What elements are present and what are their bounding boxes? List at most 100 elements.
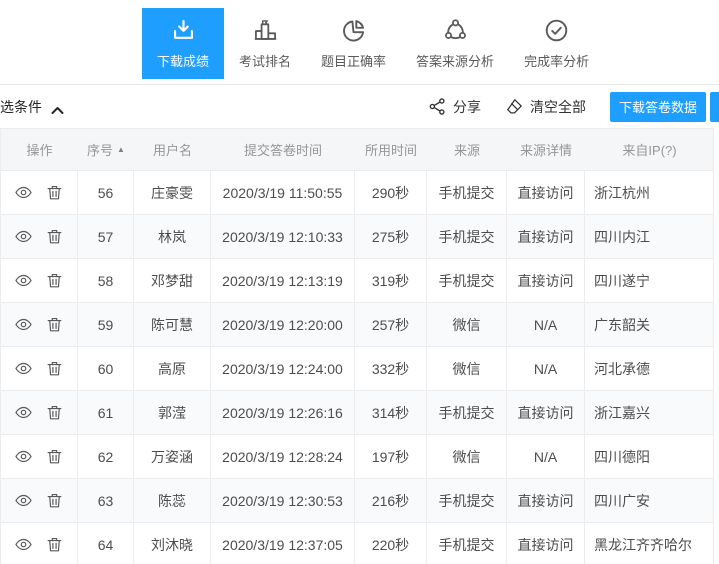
share-button[interactable]: 分享 — [428, 97, 481, 117]
cell-ip: 广东韶关 — [585, 303, 714, 346]
cell-ip: 河北承德 — [585, 347, 714, 390]
tab-question-accuracy[interactable]: 题目正确率 — [306, 8, 401, 79]
view-icon[interactable] — [14, 271, 33, 290]
delete-icon[interactable] — [45, 535, 64, 554]
download-answer-data-button[interactable]: 下载答卷数据 — [610, 92, 706, 122]
header-ip: 来自IP(?) — [585, 140, 714, 159]
clear-all-button[interactable]: 清空全部 — [505, 97, 586, 117]
results-table: 操作 序号 ▲ 用户名 提交答卷时间 所用时间 来源 来源详情 来自IP(?) — [0, 128, 714, 564]
cell-ip: 四川广安 — [585, 479, 714, 522]
cell-submit-time: 2020/3/19 12:28:24 — [211, 435, 355, 478]
cell-source-detail: 直接访问 — [507, 215, 585, 258]
cell-serial-number: 59 — [78, 303, 134, 346]
view-icon[interactable] — [14, 359, 33, 378]
cell-submit-time: 2020/3/19 12:20:00 — [211, 303, 355, 346]
row-actions — [1, 435, 78, 478]
tab-label: 考试排名 — [239, 51, 291, 70]
header-source-detail: 来源详情 — [507, 140, 585, 159]
cell-duration: 197秒 — [355, 435, 427, 478]
cell-source: 手机提交 — [427, 215, 507, 258]
cell-username: 邓梦甜 — [134, 259, 211, 302]
cell-source: 手机提交 — [427, 479, 507, 522]
toolbar: 选条件 分享 清空全部 下载答卷数据 — [0, 85, 719, 128]
tab-label: 答案来源分析 — [416, 51, 494, 70]
cell-username: 万姿涵 — [134, 435, 211, 478]
cell-serial-number: 57 — [78, 215, 134, 258]
table-body: 56 庄豪雯 2020/3/19 11:50:55 290秒 手机提交 直接访问… — [1, 171, 714, 564]
filter-conditions-toggle[interactable]: 选条件 — [0, 97, 64, 117]
view-icon[interactable] — [14, 403, 33, 422]
table-row: 56 庄豪雯 2020/3/19 11:50:55 290秒 手机提交 直接访问… — [1, 171, 714, 215]
delete-icon[interactable] — [45, 271, 64, 290]
chevron-up-icon — [51, 102, 64, 111]
tab-completion-rate-analysis[interactable]: 完成率分析 — [509, 8, 604, 79]
cell-ip: 浙江嘉兴 — [585, 391, 714, 434]
cell-submit-time: 2020/3/19 12:26:16 — [211, 391, 355, 434]
row-actions — [1, 303, 78, 346]
delete-icon[interactable] — [45, 491, 64, 510]
cell-source-detail: 直接访问 — [507, 391, 585, 434]
analysis-tab-bar: 下载成绩 考试排名 题目正确率 — [0, 0, 719, 85]
table-row: 62 万姿涵 2020/3/19 12:28:24 197秒 微信 N/A 四川… — [1, 435, 714, 479]
row-actions — [1, 171, 78, 214]
cell-username: 陈蕊 — [134, 479, 211, 522]
cell-serial-number: 62 — [78, 435, 134, 478]
view-icon[interactable] — [14, 535, 33, 554]
view-icon[interactable] — [14, 227, 33, 246]
cell-username: 刘沐晓 — [134, 523, 211, 564]
cell-ip: 浙江杭州 — [585, 171, 714, 214]
sort-ascending-icon[interactable]: ▲ — [117, 146, 125, 154]
row-actions — [1, 259, 78, 302]
cell-source: 手机提交 — [427, 523, 507, 564]
table-row: 60 高原 2020/3/19 12:24:00 332秒 微信 N/A 河北承… — [1, 347, 714, 391]
tab-exam-ranking[interactable]: 考试排名 — [224, 8, 306, 79]
view-icon[interactable] — [14, 491, 33, 510]
cell-serial-number: 60 — [78, 347, 134, 390]
row-actions — [1, 479, 78, 522]
cell-submit-time: 2020/3/19 12:10:33 — [211, 215, 355, 258]
download-answer-data-label: 下载答卷数据 — [619, 97, 697, 116]
row-actions — [1, 215, 78, 258]
table-row: 59 陈可慧 2020/3/19 12:20:00 257秒 微信 N/A 广东… — [1, 303, 714, 347]
pie-chart-icon — [340, 17, 367, 44]
delete-icon[interactable] — [45, 183, 64, 202]
clear-all-label: 清空全部 — [530, 97, 586, 117]
view-icon[interactable] — [14, 315, 33, 334]
cell-duration: 275秒 — [355, 215, 427, 258]
cell-submit-time: 2020/3/19 12:24:00 — [211, 347, 355, 390]
delete-icon[interactable] — [45, 227, 64, 246]
table-row: 64 刘沐晓 2020/3/19 12:37:05 220秒 手机提交 直接访问… — [1, 523, 714, 564]
cell-duration: 314秒 — [355, 391, 427, 434]
cell-duration: 319秒 — [355, 259, 427, 302]
cell-submit-time: 2020/3/19 12:13:19 — [211, 259, 355, 302]
view-icon[interactable] — [14, 183, 33, 202]
eraser-icon — [505, 97, 524, 116]
header-source: 来源 — [427, 140, 507, 159]
cell-serial-number: 64 — [78, 523, 134, 564]
download-dropdown-button[interactable] — [710, 92, 719, 122]
cell-duration: 216秒 — [355, 479, 427, 522]
cell-source: 手机提交 — [427, 259, 507, 302]
share-label: 分享 — [453, 97, 481, 117]
tab-download-scores[interactable]: 下载成绩 — [142, 8, 224, 79]
delete-icon[interactable] — [45, 359, 64, 378]
delete-icon[interactable] — [45, 403, 64, 422]
cell-source-detail: N/A — [507, 435, 585, 478]
cell-serial-number: 58 — [78, 259, 134, 302]
cell-source: 微信 — [427, 435, 507, 478]
cell-source: 手机提交 — [427, 391, 507, 434]
cell-source: 手机提交 — [427, 171, 507, 214]
header-serial-number[interactable]: 序号 ▲ — [78, 140, 134, 159]
cell-username: 郭滢 — [134, 391, 211, 434]
table-header-row: 操作 序号 ▲ 用户名 提交答卷时间 所用时间 来源 来源详情 来自IP(?) — [1, 129, 714, 171]
view-icon[interactable] — [14, 447, 33, 466]
cell-source-detail: 直接访问 — [507, 479, 585, 522]
cell-ip: 四川内江 — [585, 215, 714, 258]
tab-answer-source-analysis[interactable]: 答案来源分析 — [401, 8, 509, 79]
tab-label: 完成率分析 — [524, 51, 589, 70]
delete-icon[interactable] — [45, 447, 64, 466]
cell-serial-number: 61 — [78, 391, 134, 434]
cell-username: 林岚 — [134, 215, 211, 258]
row-actions — [1, 523, 78, 564]
delete-icon[interactable] — [45, 315, 64, 334]
